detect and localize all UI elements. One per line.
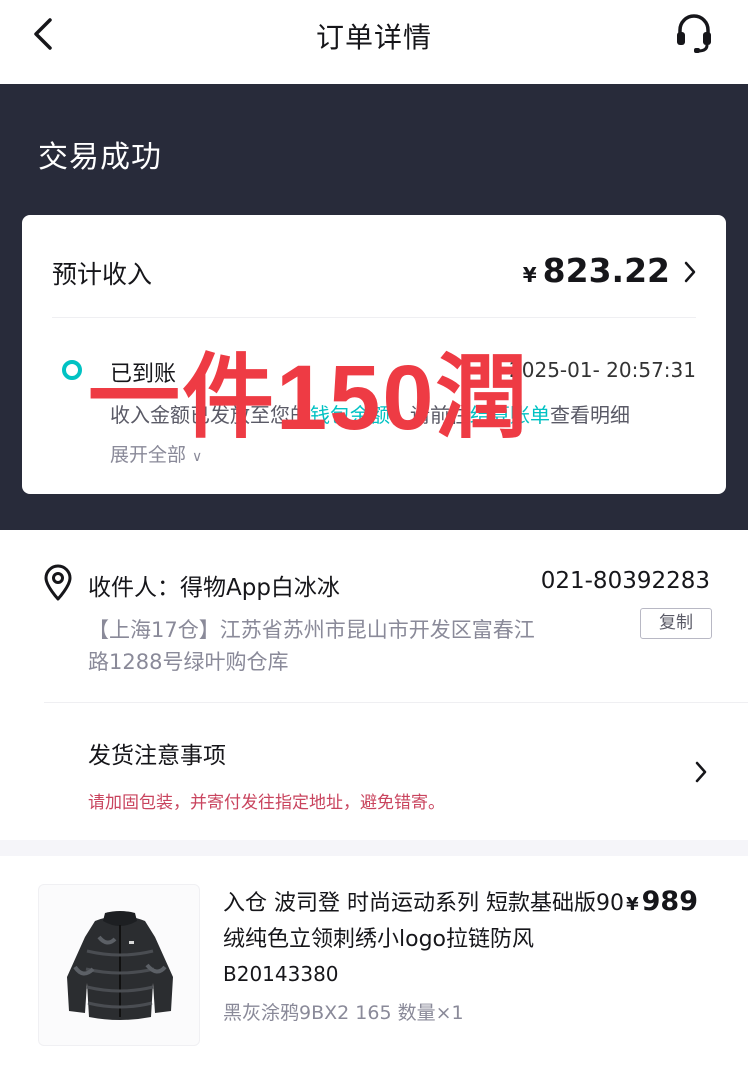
product-card[interactable]: 入仓 波司登 时尚运动系列 短款基础版90绒纯色立领刺绣小logo拉链防风 ¥9…	[0, 856, 748, 1080]
chevron-right-icon	[695, 761, 707, 783]
timeline-dot-icon	[62, 360, 82, 380]
divider	[44, 702, 748, 703]
timeline-time: 2025-01- 20:57:31	[509, 358, 696, 382]
product-image[interactable]	[38, 884, 200, 1046]
income-amount-value: 823.22	[542, 251, 670, 290]
location-pin-icon	[44, 564, 72, 601]
product-price-value: 989	[641, 886, 698, 917]
headset-icon[interactable]	[674, 12, 714, 54]
copy-address-button[interactable]: 复制	[640, 608, 712, 639]
section-gap	[0, 840, 748, 856]
chevron-right-icon[interactable]	[682, 259, 698, 285]
currency-symbol: ¥	[626, 894, 639, 915]
product-spec: 黑灰涂鸦9BX2 165 数量×1	[223, 1002, 464, 1024]
recipient-phone: 021-80392283	[540, 568, 710, 594]
divider	[52, 317, 696, 318]
income-amount[interactable]: ¥823.22	[523, 251, 670, 290]
desc-suffix: 查看明细	[550, 403, 630, 427]
product-sku: B20143380	[223, 962, 339, 986]
income-label: 预计收入	[52, 260, 153, 289]
shipping-notes-warning: 请加固包装，并寄付发往指定地址，避免错寄。	[88, 793, 445, 813]
address-section: 收件人：得物App白冰冰 021-80392283 【上海17仓】江苏省苏州市昆…	[0, 530, 748, 840]
address-line-1: 【上海17仓】江苏省苏州市昆山市开发区富春江	[88, 618, 535, 642]
shipping-notes-title: 发货注意事项	[88, 743, 226, 769]
product-price: ¥989	[626, 886, 698, 917]
page-title: 订单详情	[315, 21, 432, 54]
product-name: 入仓 波司登 时尚运动系列 短款基础版90绒纯色立领刺绣小logo拉链防风	[223, 891, 624, 952]
address-line-2: 路1288号绿叶购仓库	[88, 650, 289, 674]
watermark-text: 一件150潤	[88, 347, 530, 449]
top-nav-bar: 订单详情	[0, 0, 748, 84]
order-status-title: 交易成功	[38, 140, 162, 175]
currency-symbol: ¥	[522, 263, 537, 287]
down-jacket-icon	[67, 911, 173, 1020]
recipient-name: 收件人：得物App白冰冰	[88, 575, 340, 601]
